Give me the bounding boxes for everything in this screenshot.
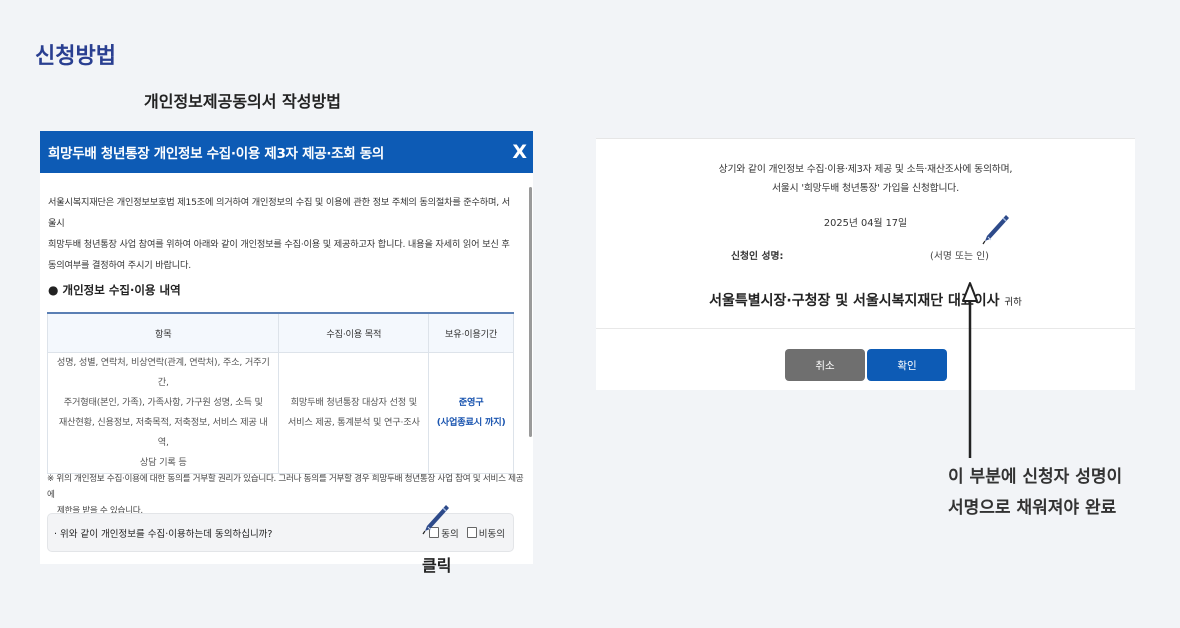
page-title: 신청방법 xyxy=(35,44,116,69)
cell-line: (사업종료시 까지) xyxy=(436,416,506,428)
cell-line: 재산현황, 신용정보, 저축목적, 저축정보, 서비스 제공 내역, xyxy=(58,416,268,448)
collection-table: 항목 수집·이용 목적 보유·이용기간 성명, 성별, 연락처, 비상연락(관계… xyxy=(46,312,514,474)
table-header: 수집·이용 목적 xyxy=(278,312,430,353)
cell-line: 준영구 xyxy=(458,396,484,408)
signer-label: 신청인 성명: xyxy=(731,251,784,262)
intro-line: 서울시복지재단은 개인정보보호법 제15조에 의거하여 개인정보의 수집 및 이… xyxy=(48,197,511,229)
table-header: 항목 xyxy=(46,312,280,353)
recipient-suffix: 귀하 xyxy=(1004,297,1022,308)
bullet-icon: ● xyxy=(48,283,59,297)
disagree-label: 비동의 xyxy=(478,528,505,540)
recipient-line: 서울특별시장·구청장 및 서울시복지재단 대표이사 귀하 xyxy=(596,290,1135,310)
signature-panel: 상기와 같이 개인정보 수집·이용·제3자 제공 및 소득·재산조사에 동의하며… xyxy=(596,138,1135,390)
table-cell-items: 성명, 성별, 연락처, 비상연락(관계, 연락처), 주소, 거주기간, 주거… xyxy=(46,351,280,474)
divider xyxy=(596,328,1135,329)
cell-line: 서비스 제공, 통계분석 및 연구·조사 xyxy=(287,416,420,428)
checkbox-icon[interactable] xyxy=(466,527,477,538)
consent-statement-line: 상기와 같이 개인정보 수집·이용·제3자 제공 및 소득·재산조사에 동의하며… xyxy=(718,164,1013,175)
click-label: 클릭 xyxy=(422,556,452,575)
modal-header: 희망두배 청년통장 개인정보 수집·이용 제3자 제공·조회 동의 X xyxy=(40,131,533,173)
intro-text: 서울시복지재단은 개인정보보호법 제15조에 의거하여 개인정보의 수집 및 이… xyxy=(48,192,518,276)
pen-icon xyxy=(982,215,1009,245)
cell-line: 성명, 성별, 연락처, 비상연락(관계, 연락처), 주소, 거주기간, xyxy=(56,356,270,388)
table-header-row: 항목 수집·이용 목적 보유·이용기간 xyxy=(46,312,514,353)
consent-question: · 위와 같이 개인정보를 수집·이용하는데 동의하십니까? xyxy=(54,528,273,540)
caption-line: 이 부분에 신청자 성명이 xyxy=(948,467,1123,487)
table-row: 성명, 성별, 연락처, 비상연락(관계, 연락처), 주소, 거주기간, 주거… xyxy=(46,351,514,474)
confirm-button[interactable]: 확인 xyxy=(867,349,947,381)
disagree-checkbox[interactable]: 비동의 xyxy=(466,526,505,540)
recipient-name: 서울특별시장·구청장 및 서울시복지재단 대표이사 xyxy=(709,293,1000,309)
section-heading: ● 개인정보 수집·이용 내역 xyxy=(48,282,181,298)
consent-modal: 희망두배 청년통장 개인정보 수집·이용 제3자 제공·조회 동의 X 서울시복… xyxy=(40,131,533,564)
pen-icon xyxy=(422,505,449,535)
cell-line: 주거형태(본인, 가족), 가족사항, 가구원 성명, 소득 및 xyxy=(63,396,263,408)
note-line: ※ 위의 개인정보 수집·이용에 대한 동의를 거부할 권리가 있습니다. 그러… xyxy=(47,474,524,500)
section-heading-text: 개인정보 수집·이용 내역 xyxy=(62,283,181,297)
cell-line: 희망두배 청년통장 대상자 선정 및 xyxy=(290,396,418,408)
application-date: 2025년 04월 17일 xyxy=(823,218,908,229)
cancel-button[interactable]: 취소 xyxy=(785,349,865,381)
section-subtitle: 개인정보제공동의서 작성방법 xyxy=(144,92,341,111)
signature-field[interactable]: (서명 또는 인) xyxy=(930,248,989,262)
intro-line: 동의여부를 결정하여 주시기 바랍니다. xyxy=(48,260,191,271)
modal-scrollbar[interactable] xyxy=(529,187,532,437)
close-icon[interactable]: X xyxy=(512,141,527,163)
refusal-note: ※ 위의 개인정보 수집·이용에 대한 동의를 거부할 권리가 있습니다. 그러… xyxy=(47,471,525,519)
table-header: 보유·이용기간 xyxy=(428,312,514,353)
cell-line: 상담 기록 등 xyxy=(139,456,187,468)
table-cell-purpose: 희망두배 청년통장 대상자 선정 및 서비스 제공, 통계분석 및 연구·조사 xyxy=(278,351,430,474)
arrow-up-icon xyxy=(962,282,978,458)
intro-line: 희망두배 청년통장 사업 참여를 위하여 아래와 같이 개인정보를 수집·이용 … xyxy=(48,239,510,250)
consent-statement-line: 서울시 '희망두배 청년통장' 가입을 신청합니다. xyxy=(771,183,959,194)
caption-line: 서명으로 채워져야 완료 xyxy=(948,498,1117,518)
instruction-caption: 이 부분에 신청자 성명이 서명으로 채워져야 완료 xyxy=(948,462,1122,524)
table-cell-period: 준영구 (사업종료시 까지) xyxy=(428,351,514,474)
modal-title: 희망두배 청년통장 개인정보 수집·이용 제3자 제공·조회 동의 xyxy=(48,146,385,162)
